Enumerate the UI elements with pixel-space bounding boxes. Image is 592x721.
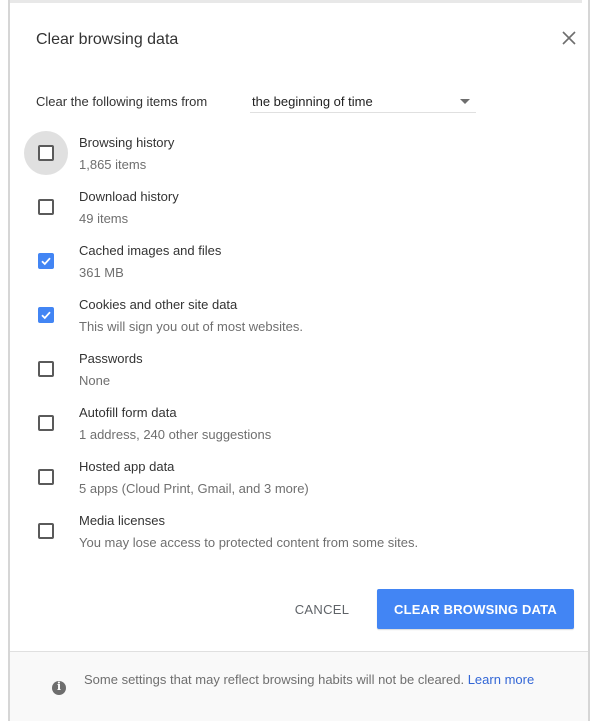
checkbox-ripple — [24, 455, 68, 499]
checkmark-icon — [41, 311, 51, 320]
time-range-selected-value: the beginning of time — [252, 94, 373, 109]
clear-browsing-data-button[interactable]: CLEAR BROWSING DATA — [377, 589, 574, 629]
option-checkbox[interactable] — [38, 415, 54, 431]
checkbox-ripple — [24, 239, 68, 283]
option-checkbox[interactable] — [38, 469, 54, 485]
option-detail: This will sign you out of most websites. — [79, 319, 303, 334]
option-label: Passwords — [79, 351, 143, 366]
option-detail: None — [79, 373, 111, 388]
window-edge-right — [588, 0, 590, 721]
option-text: Cookies and other site data This will sig… — [79, 291, 303, 336]
option-row[interactable]: Media licenses You may lose access to pro… — [10, 507, 588, 561]
option-detail: 49 items — [79, 211, 129, 226]
option-detail: 1 address, 240 other suggestions — [79, 427, 272, 442]
option-detail: You may lose access to protected content… — [79, 535, 419, 550]
option-detail: 361 MB — [79, 265, 124, 280]
chevron-down-icon — [460, 99, 470, 104]
checkbox-ripple — [24, 185, 68, 229]
option-text: Hosted app data 5 apps (Cloud Print, Gmai… — [79, 453, 309, 498]
close-button[interactable] — [556, 25, 582, 51]
option-row[interactable]: Cookies and other site data This will sig… — [10, 291, 588, 345]
option-checkbox[interactable] — [38, 145, 54, 161]
footer-notice-text: Some settings that may reflect browsing … — [84, 672, 465, 687]
learn-more-link[interactable]: Learn more — [468, 672, 534, 687]
option-label: Browsing history — [79, 135, 175, 150]
checkmark-icon — [41, 257, 51, 266]
option-detail: 1,865 items — [79, 157, 147, 172]
option-row[interactable]: Download history 49 items — [10, 183, 588, 237]
time-range-row: Clear the following items from the begin… — [36, 93, 486, 115]
option-checkbox[interactable] — [38, 199, 54, 215]
option-row[interactable]: Cached images and files 361 MB — [10, 237, 588, 291]
option-checkbox[interactable] — [38, 307, 54, 323]
time-range-select[interactable]: the beginning of time — [250, 90, 476, 113]
checkbox-ripple — [24, 347, 68, 391]
option-text: Passwords None — [79, 345, 143, 390]
option-label: Cookies and other site data — [79, 297, 238, 312]
option-checkbox[interactable] — [38, 253, 54, 269]
checkbox-ripple — [24, 293, 68, 337]
option-row[interactable]: Browsing history 1,865 items — [10, 129, 588, 183]
checkbox-ripple — [24, 131, 68, 175]
option-text: Autofill form data 1 address, 240 other s… — [79, 399, 271, 444]
option-checkbox[interactable] — [38, 361, 54, 377]
option-row[interactable]: Hosted app data 5 apps (Cloud Print, Gmai… — [10, 453, 588, 507]
option-label: Media licenses — [79, 513, 165, 528]
close-icon — [562, 31, 576, 45]
checkbox-ripple — [24, 401, 68, 445]
option-label: Download history — [79, 189, 179, 204]
option-row[interactable]: Passwords None — [10, 345, 588, 399]
checkbox-ripple — [24, 509, 68, 553]
clear-browsing-data-dialog: Clear browsing data Clear the following … — [10, 3, 588, 721]
option-detail: 5 apps (Cloud Print, Gmail, and 3 more) — [79, 481, 309, 496]
option-text: Download history 49 items — [79, 183, 179, 228]
dialog-footer: Some settings that may reflect browsing … — [10, 652, 588, 721]
option-text: Cached images and files 361 MB — [79, 237, 221, 282]
option-text: Media licenses You may lose access to pro… — [79, 507, 418, 552]
footer-notice: Some settings that may reflect browsing … — [84, 670, 574, 690]
option-label: Hosted app data — [79, 459, 175, 474]
info-icon — [52, 680, 66, 695]
option-label: Cached images and files — [79, 243, 222, 258]
cancel-button[interactable]: CANCEL — [280, 589, 364, 629]
dialog-buttons: CANCEL CLEAR BROWSING DATA — [10, 589, 588, 629]
time-range-label: Clear the following items from — [36, 94, 208, 109]
option-row[interactable]: Autofill form data 1 address, 240 other s… — [10, 399, 588, 453]
option-label: Autofill form data — [79, 405, 177, 420]
screenshot-page: Clear browsing data Clear the following … — [0, 0, 592, 721]
dialog-title: Clear browsing data — [36, 31, 179, 48]
option-text: Browsing history 1,865 items — [79, 129, 174, 174]
option-checkbox[interactable] — [38, 523, 54, 539]
